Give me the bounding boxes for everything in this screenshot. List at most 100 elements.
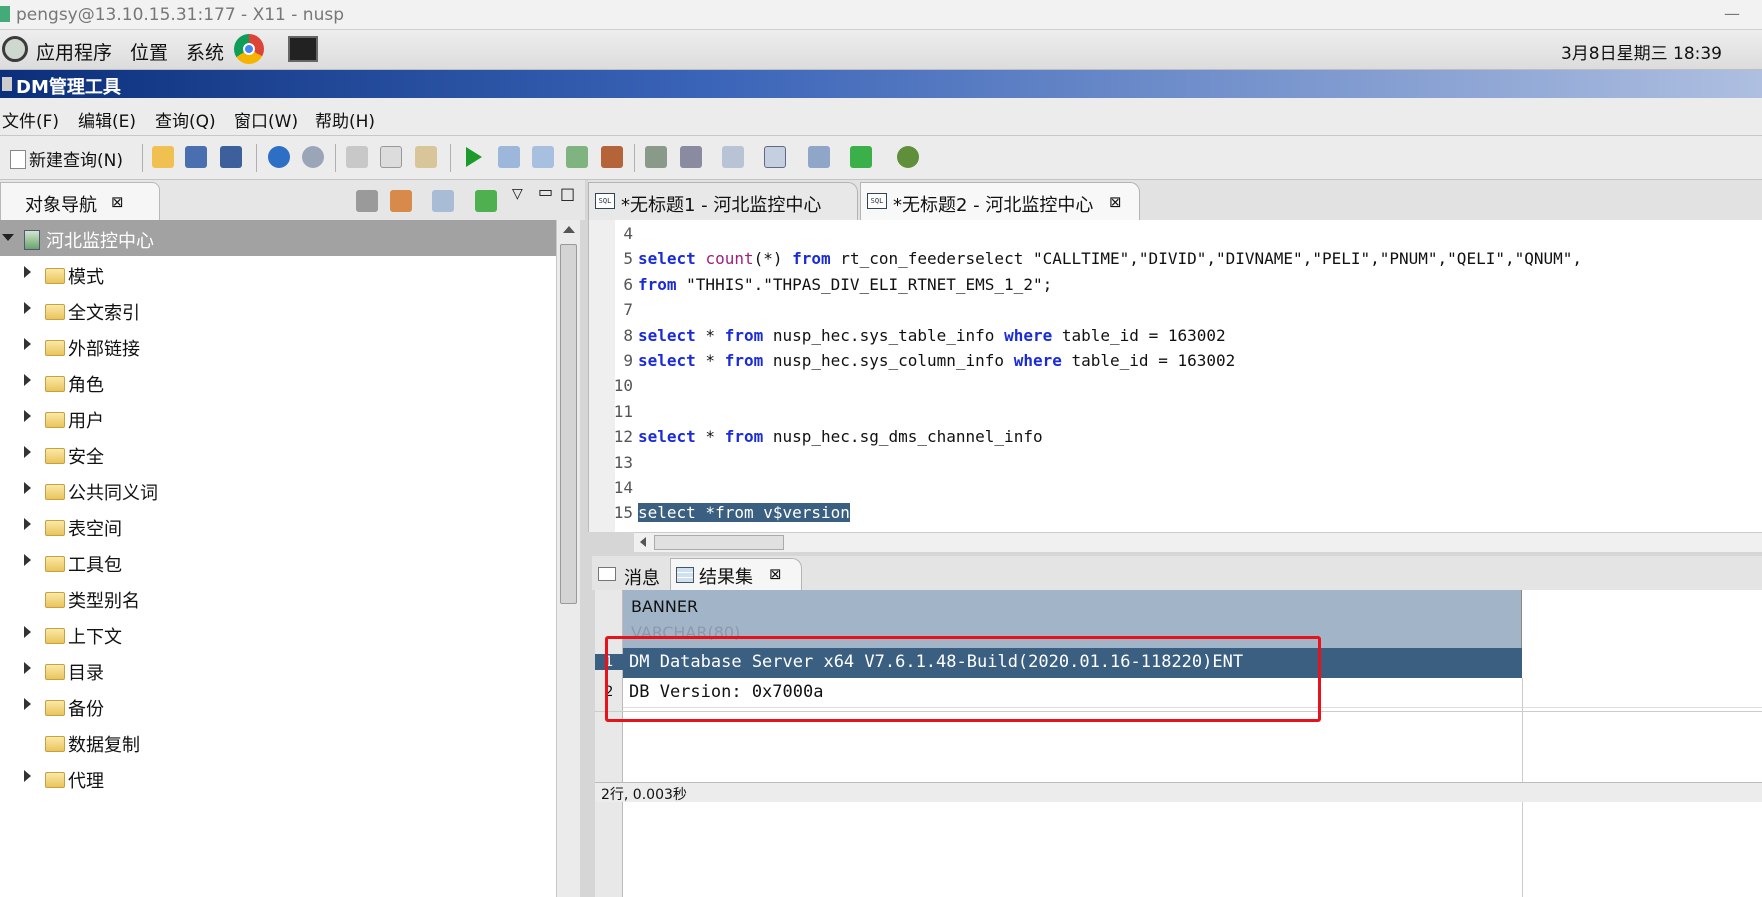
expand-arrow-icon[interactable] <box>24 518 31 530</box>
expand-arrow-icon[interactable] <box>24 770 31 782</box>
tree-item[interactable]: 用户 <box>0 400 556 436</box>
filter-icon[interactable] <box>356 190 378 212</box>
minimize-icon[interactable]: ▭ <box>538 182 553 201</box>
panel-menu-places[interactable]: 位置 <box>130 38 168 65</box>
editor-horizontal-scrollbar[interactable] <box>634 532 1762 552</box>
undo-icon[interactable] <box>268 146 290 168</box>
expand-arrow-icon[interactable] <box>24 266 31 278</box>
redo-icon[interactable] <box>302 146 324 168</box>
panel-menu-applications[interactable]: 应用程序 <box>36 38 112 65</box>
open-folder-icon[interactable] <box>152 146 174 168</box>
stop-icon[interactable] <box>601 146 623 168</box>
scrollbar-thumb[interactable] <box>654 535 784 550</box>
expand-arrow-icon[interactable] <box>24 554 31 566</box>
database-icon <box>24 230 40 250</box>
save-icon[interactable] <box>185 146 207 168</box>
expand-arrow-icon[interactable] <box>24 338 31 350</box>
tab-untitled-1[interactable]: SQL *无标题1 - 河北监控中心 <box>588 182 858 220</box>
expand-arrow-icon[interactable] <box>24 374 31 386</box>
tree-item[interactable]: 目录 <box>0 652 556 688</box>
execute-icon[interactable] <box>466 147 482 167</box>
bug-icon[interactable] <box>897 146 919 168</box>
folder-icon <box>45 412 65 428</box>
paste-icon[interactable] <box>415 146 437 168</box>
chrome-icon[interactable] <box>234 34 264 64</box>
collapse-all-icon[interactable] <box>475 190 497 212</box>
debug-step-icon[interactable] <box>850 146 872 168</box>
gnome-foot-icon[interactable] <box>2 36 28 62</box>
explain-icon[interactable] <box>532 146 554 168</box>
scrollbar-thumb[interactable] <box>560 244 577 604</box>
expand-arrow-icon[interactable] <box>24 446 31 458</box>
folder-icon <box>45 700 65 716</box>
view-menu-icon[interactable]: ▽ <box>512 186 523 202</box>
status-text: 2行, 0.003秒 <box>601 787 687 803</box>
menu-help[interactable]: 帮助(H) <box>315 107 375 132</box>
close-icon[interactable]: ⊠ <box>1109 193 1122 211</box>
new-query-button[interactable]: 新建查询(N) <box>10 146 123 171</box>
folder-icon <box>45 268 65 284</box>
tree-item[interactable]: 备份 <box>0 688 556 724</box>
code-line: select * from nusp_hec.sg_dms_channel_in… <box>638 427 1043 447</box>
tab-messages[interactable]: 消息 <box>592 558 670 590</box>
copy-icon[interactable] <box>380 146 402 168</box>
scroll-left-icon[interactable] <box>640 537 646 547</box>
expand-arrow-icon[interactable] <box>24 698 31 710</box>
refresh-icon[interactable] <box>390 190 412 212</box>
minimize-button[interactable]: — <box>1724 4 1740 23</box>
tree-item[interactable]: 外部链接 <box>0 328 556 364</box>
terminal-icon[interactable] <box>288 36 318 62</box>
grid-icon <box>676 567 694 583</box>
desktop-panel: 应用程序 位置 系统 3月8日星期三 18:39 <box>0 30 1762 70</box>
maximize-icon[interactable]: □ <box>560 184 575 203</box>
collapse-arrow-icon[interactable] <box>2 234 14 241</box>
close-icon[interactable]: ⊠ <box>769 565 782 583</box>
tree-root-connection[interactable]: 河北监控中心 <box>0 220 556 256</box>
tree-item[interactable]: 安全 <box>0 436 556 472</box>
tree-item[interactable]: 工具包 <box>0 544 556 580</box>
commit-icon[interactable] <box>645 146 667 168</box>
new-connection-icon[interactable] <box>432 190 454 212</box>
menu-edit[interactable]: 编辑(E) <box>78 107 136 132</box>
tree-item[interactable]: 全文索引 <box>0 292 556 328</box>
folder-icon <box>45 376 65 392</box>
folder-icon <box>45 556 65 572</box>
app-icon <box>0 6 10 22</box>
cut-icon[interactable] <box>346 146 368 168</box>
execute-script-icon[interactable] <box>498 146 520 168</box>
tree-item[interactable]: 公共同义词 <box>0 472 556 508</box>
tab-result-set[interactable]: 结果集 ⊠ <box>670 558 802 590</box>
tree-item[interactable]: 模式 <box>0 256 556 292</box>
tree-item[interactable]: 代理 <box>0 760 556 796</box>
save-all-icon[interactable] <box>220 146 242 168</box>
expand-arrow-icon[interactable] <box>24 626 31 638</box>
tab-label: *无标题1 - 河北监控中心 <box>621 195 822 216</box>
tree-item[interactable]: 上下文 <box>0 616 556 652</box>
connect-icon[interactable] <box>808 146 830 168</box>
tree-item[interactable]: 角色 <box>0 364 556 400</box>
expand-arrow-icon[interactable] <box>24 302 31 314</box>
line-number: 11 <box>613 401 633 421</box>
close-icon[interactable]: ⊠ <box>111 193 124 211</box>
expand-arrow-icon[interactable] <box>24 410 31 422</box>
menu-file[interactable]: 文件(F) <box>2 107 59 132</box>
tab-object-navigator[interactable]: 对象导航 ⊠ <box>0 182 160 220</box>
expand-arrow-icon[interactable] <box>24 662 31 674</box>
expand-arrow-icon[interactable] <box>24 482 31 494</box>
tree-item[interactable]: 类型别名 <box>0 580 556 616</box>
table-view-icon[interactable] <box>764 146 786 168</box>
export-icon[interactable] <box>566 146 588 168</box>
sql-editor[interactable]: 4 5 select count(*) from rt_con_feedersele… <box>588 220 1762 532</box>
panel-clock[interactable]: 3月8日星期三 18:39 <box>1561 39 1722 64</box>
tree-item[interactable]: 表空间 <box>0 508 556 544</box>
query-history-icon[interactable] <box>722 146 744 168</box>
navigator-scrollbar[interactable] <box>556 220 580 897</box>
tab-untitled-2[interactable]: SQL *无标题2 - 河北监控中心 ⊠ <box>860 182 1140 220</box>
menu-query[interactable]: 查询(Q) <box>155 107 216 132</box>
menu-window[interactable]: 窗口(W) <box>234 107 298 132</box>
tree-item[interactable]: 数据复制 <box>0 724 556 760</box>
toolbar-separator <box>634 144 635 172</box>
rollback-icon[interactable] <box>680 146 702 168</box>
panel-menu-system[interactable]: 系统 <box>186 38 224 65</box>
scroll-up-icon[interactable] <box>563 226 575 233</box>
